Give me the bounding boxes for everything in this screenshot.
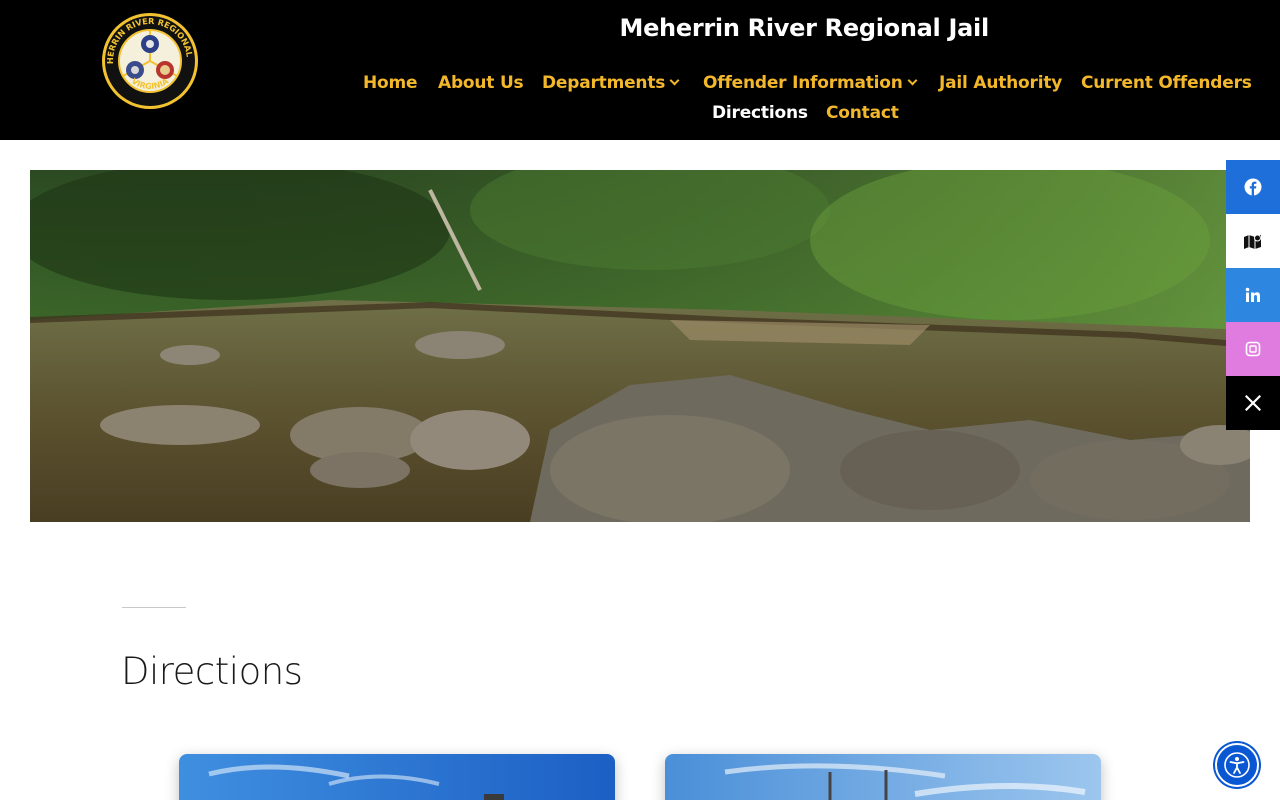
accessibility-icon [1224,752,1250,778]
social-linkedin[interactable] [1226,268,1280,322]
page-title: Directions [121,650,303,693]
social-map[interactable] [1226,214,1280,268]
nav-home[interactable]: Home [363,73,418,93]
linkedin-icon [1245,287,1260,302]
main-nav: Home About Us Departments Offender Infor… [0,70,1280,130]
site-header: MEHERRIN RIVER REGIONAL JAIL VIRGINIA Me… [0,0,1280,140]
nav-directions[interactable]: Directions [712,103,808,123]
instagram-icon [1245,341,1261,357]
site-title-text: Meherrin River Regional Jail [619,14,990,42]
direction-card-left[interactable] [179,754,615,800]
title-divider [122,607,186,608]
map-icon [1244,234,1261,249]
social-sidebar [1226,160,1280,430]
river-photo [30,170,1250,522]
facility-photo-right [665,754,1101,800]
social-facebook[interactable] [1226,160,1280,214]
nav-about-us[interactable]: About Us [438,73,524,93]
nav-contact[interactable]: Contact [826,103,899,123]
accessibility-button[interactable] [1215,743,1259,787]
facebook-icon [1244,178,1262,196]
chevron-down-icon [669,75,680,86]
x-icon [1245,395,1261,411]
chevron-down-icon [907,75,918,86]
social-instagram[interactable] [1226,322,1280,376]
hero-image [30,170,1250,522]
facility-photo-left [179,754,615,800]
nav-departments[interactable]: Departments [542,73,680,93]
nav-jail-authority[interactable]: Jail Authority [939,73,1062,93]
direction-card-right[interactable] [665,754,1101,800]
social-x[interactable] [1226,376,1280,430]
nav-offender-information[interactable]: Offender Information [703,73,918,93]
nav-current-offenders[interactable]: Current Offenders [1081,73,1252,93]
